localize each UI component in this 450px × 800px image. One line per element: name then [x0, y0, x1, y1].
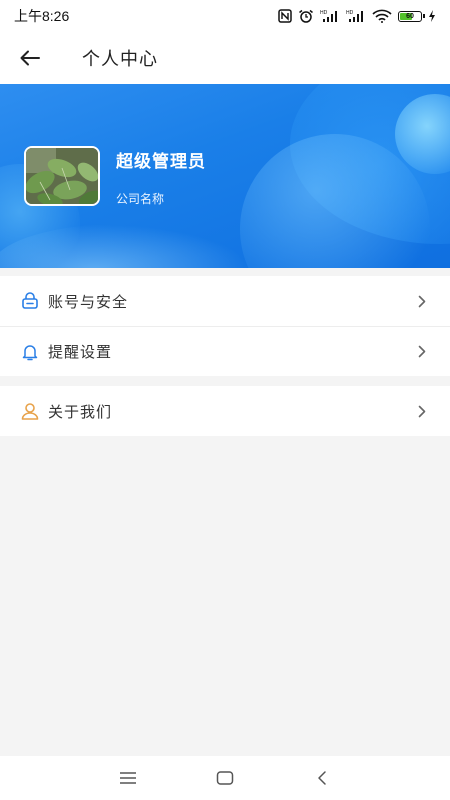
back-icon — [317, 771, 326, 785]
back-arrow-icon — [20, 50, 40, 66]
chevron-right-icon — [416, 345, 428, 359]
menu-item-account-security[interactable]: 账号与安全 — [0, 276, 450, 326]
status-bar: 上午8:26 HD HD 60 — [0, 0, 450, 32]
battery-icon: 60 — [398, 10, 425, 22]
bell-icon — [20, 342, 40, 362]
charging-icon — [428, 10, 436, 22]
menu-item-about-us[interactable]: 关于我们 — [0, 386, 450, 436]
profile-banner: 超级管理员 公司名称 — [0, 84, 450, 268]
lock-icon — [20, 291, 40, 311]
nav-back-button[interactable] — [302, 758, 342, 798]
menu-item-label: 关于我们 — [48, 402, 113, 421]
back-button[interactable] — [0, 32, 60, 84]
status-icons: HD HD 60 — [278, 9, 436, 23]
battery-level: 60 — [406, 12, 414, 20]
page-title: 个人中心 — [82, 49, 158, 70]
nfc-icon — [278, 9, 292, 23]
status-time: 上午8:26 — [14, 8, 70, 24]
svg-text:HD: HD — [320, 10, 328, 16]
signal-hd-icon: HD — [346, 9, 366, 23]
menu-item-label: 账号与安全 — [48, 292, 129, 311]
user-icon — [20, 401, 40, 421]
menu-group-about: 关于我们 — [0, 386, 450, 436]
svg-text:HD: HD — [346, 10, 354, 16]
home-icon — [216, 771, 234, 785]
home-button[interactable] — [205, 758, 245, 798]
user-name: 超级管理员 — [116, 152, 206, 172]
app-header: 个人中心 — [0, 32, 450, 84]
menu-item-label: 提醒设置 — [48, 343, 113, 361]
menu-icon — [120, 772, 137, 784]
wifi-icon — [372, 9, 392, 23]
system-nav-bar — [0, 756, 450, 800]
menu-group-account: 账号与安全 提醒设置 — [0, 276, 450, 376]
menu-button[interactable] — [108, 758, 148, 798]
chevron-right-icon — [416, 404, 428, 418]
company-name: 公司名称 — [116, 192, 165, 206]
menu-item-reminder-settings[interactable]: 提醒设置 — [0, 326, 450, 376]
signal-hd-icon: HD — [320, 9, 340, 23]
chevron-right-icon — [416, 294, 428, 308]
avatar-photo — [26, 148, 98, 204]
alarm-icon — [298, 9, 314, 23]
avatar[interactable] — [24, 146, 100, 206]
